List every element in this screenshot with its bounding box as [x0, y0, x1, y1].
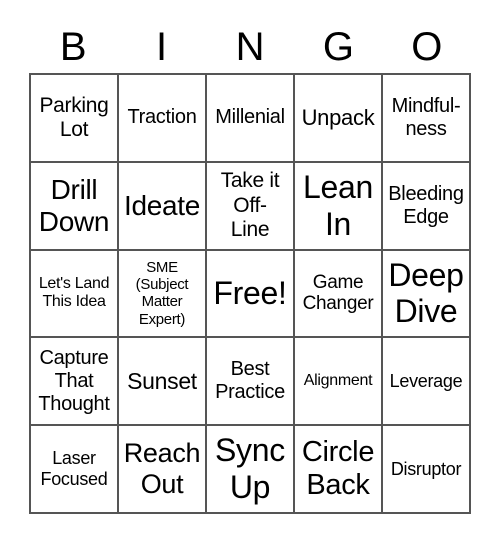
bingo-cell[interactable]: Lean In [294, 161, 382, 250]
free-space-cell[interactable]: Free! [206, 249, 294, 338]
bingo-cell[interactable]: Let's Land This Idea [30, 249, 118, 338]
bingo-cell[interactable]: Capture That Thought [30, 337, 118, 426]
bingo-cell[interactable]: Drill Down [30, 161, 118, 250]
bingo-header: B I N G O [29, 22, 471, 72]
header-letter-b: B [59, 25, 87, 69]
bingo-cell[interactable]: Ideate [118, 161, 206, 250]
bingo-cell[interactable]: Best Practice [206, 337, 294, 426]
header-letter-o: O [411, 25, 443, 69]
bingo-cell[interactable]: SME (Subject Matter Expert) [118, 249, 206, 338]
bingo-cell[interactable]: Traction [118, 74, 206, 162]
header-letter-g: G [322, 25, 354, 69]
bingo-cell[interactable]: Game Changer [294, 249, 382, 338]
bingo-cell[interactable]: Sunset [118, 337, 206, 426]
bingo-cell[interactable]: Millenial [206, 74, 294, 162]
bingo-grid: Parking Lot Traction Millenial Unpack Mindfu… [29, 73, 471, 514]
bingo-cell[interactable]: Alignment [294, 337, 382, 426]
bingo-cell[interactable]: Take it Off- Line [206, 161, 294, 250]
bingo-cell[interactable]: Bleeding Edge [382, 161, 470, 250]
bingo-cell[interactable]: Unpack [294, 74, 382, 162]
bingo-cell[interactable]: Mindful- ness [382, 74, 470, 162]
header-letter-n: N [235, 25, 265, 69]
bingo-cell[interactable]: Laser Focused [30, 425, 118, 513]
bingo-cell[interactable]: Disruptor [382, 425, 470, 513]
header-letter-i: I [156, 25, 168, 69]
bingo-cell[interactable]: Reach Out [118, 425, 206, 513]
bingo-cell[interactable]: Leverage [382, 337, 470, 426]
bingo-cell[interactable]: Sync Up [206, 425, 294, 513]
bingo-cell[interactable]: Circle Back [294, 425, 382, 513]
bingo-cell[interactable]: Parking Lot [30, 74, 118, 162]
bingo-cell[interactable]: Deep Dive [382, 249, 470, 338]
